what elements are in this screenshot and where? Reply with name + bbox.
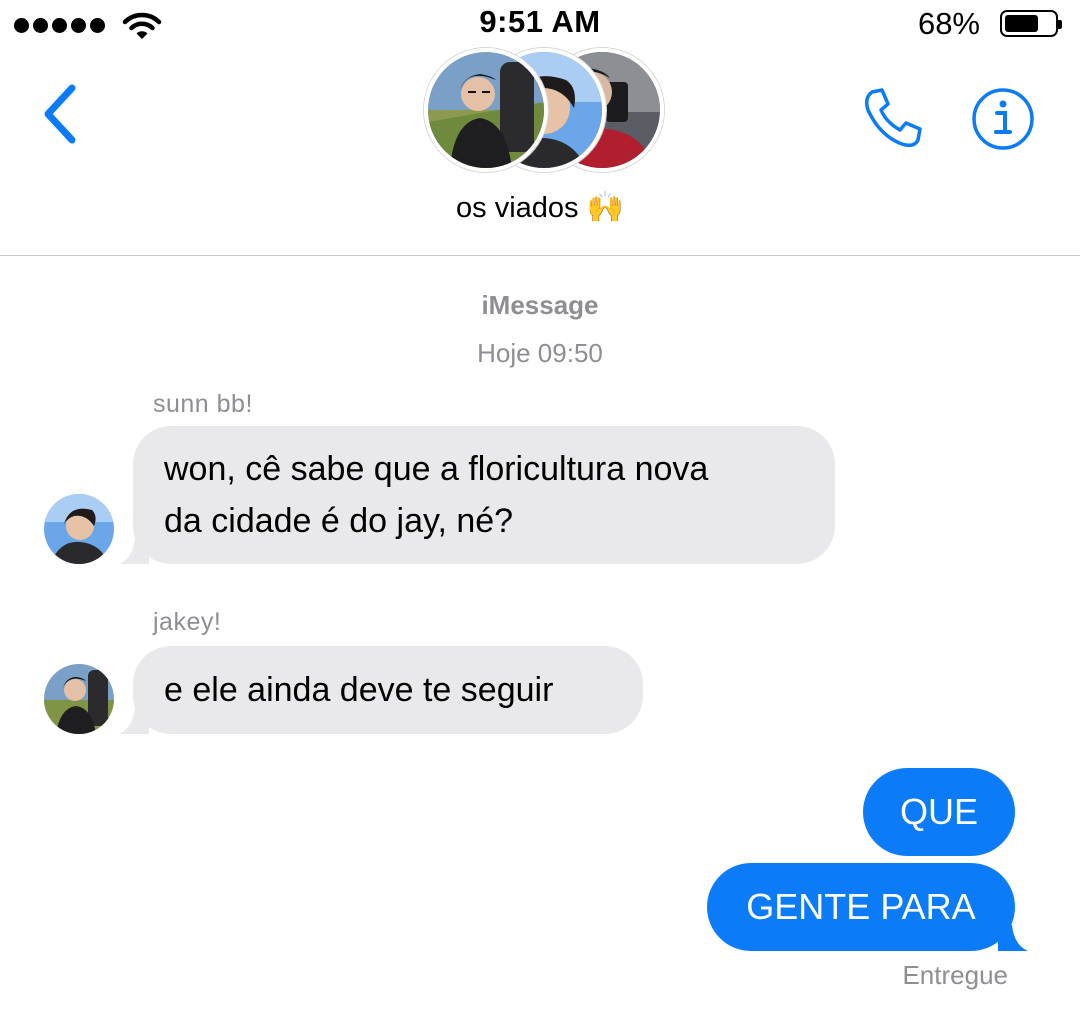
info-icon[interactable] [970, 86, 1036, 157]
message-text: GENTE PARA [746, 886, 976, 927]
message-text: e ele ainda deve te seguir [164, 671, 554, 709]
back-chevron-icon[interactable] [38, 82, 82, 151]
group-name[interactable]: os viados 🙌 [0, 190, 1080, 225]
battery-percentage: 68% [917, 6, 980, 41]
sender-avatar[interactable] [44, 494, 114, 564]
thread-timestamp: Hoje 09:50 [477, 338, 603, 368]
phone-icon[interactable] [860, 86, 926, 157]
battery-icon [1000, 10, 1062, 37]
incoming-message-bubble[interactable]: won, cê sabe que a floricultura nova da … [119, 426, 835, 564]
message-text: QUE [899, 791, 978, 832]
raised-hands-emoji: 🙌 [586, 191, 624, 224]
outgoing-message-bubble[interactable]: QUE [863, 768, 1015, 856]
sender-name: sunn bb! [153, 390, 253, 418]
message-text-line: da cidade é do jay, né? [164, 502, 514, 540]
group-member-avatar[interactable] [424, 48, 548, 172]
group-name-text: os viados [456, 192, 579, 224]
sender-avatar[interactable] [44, 664, 114, 734]
delivery-status: Entregue [902, 960, 1008, 990]
sender-name: jakey! [153, 608, 222, 636]
incoming-message-bubble[interactable]: e ele ainda deve te seguir [119, 646, 643, 734]
header-divider [0, 255, 1080, 256]
service-label: iMessage [481, 290, 599, 320]
outgoing-message-bubble[interactable]: GENTE PARA [707, 863, 1028, 951]
message-text-line: won, cê sabe que a floricultura nova [164, 450, 709, 488]
